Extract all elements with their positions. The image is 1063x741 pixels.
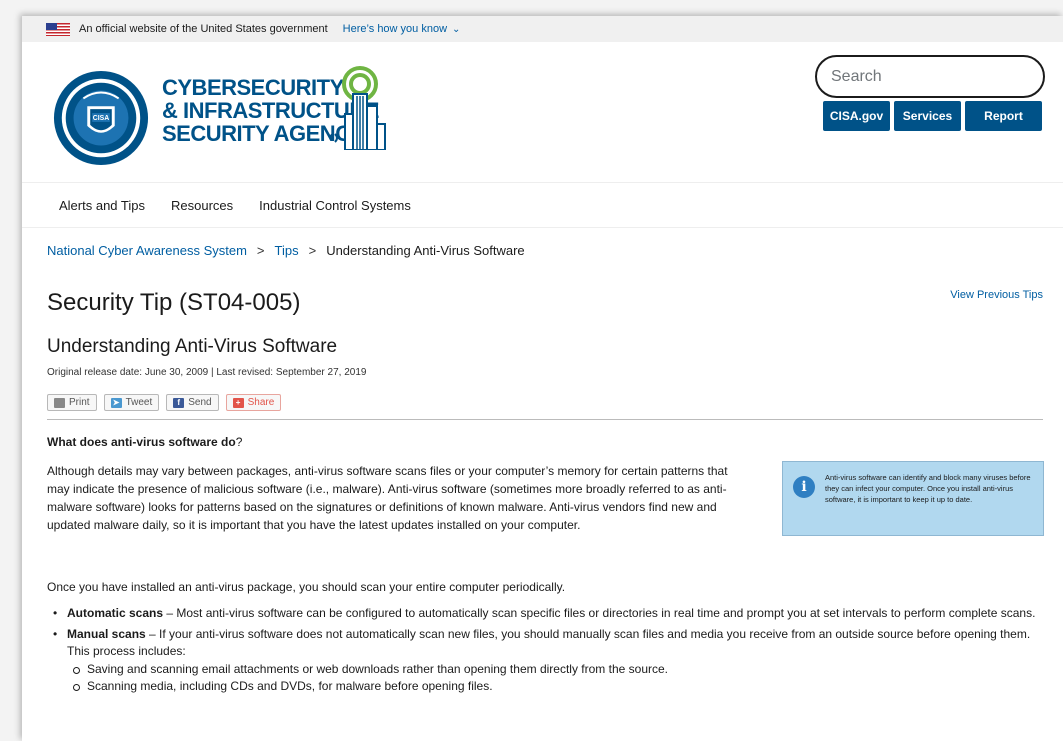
printer-icon: [54, 397, 65, 408]
page-title: Security Tip (ST04-005): [47, 289, 301, 316]
heres-how-you-know-label: Here’s how you know: [342, 23, 448, 35]
view-previous-tips-link[interactable]: View Previous Tips: [950, 289, 1043, 301]
nav-item-alerts-and-tips[interactable]: Alerts and Tips: [59, 198, 145, 213]
list-item-text: – If your anti-virus software does not a…: [67, 627, 1031, 658]
print-label: Print: [69, 397, 90, 408]
browser-page: An official website of the United States…: [22, 16, 1063, 741]
sub-list-item: Scanning media, including CDs and DVDs, …: [67, 678, 1047, 695]
print-button[interactable]: Print: [47, 394, 97, 411]
list-item-text: – Most anti-virus software can be config…: [163, 606, 1036, 620]
cisa-seal-logo[interactable]: CISA: [52, 69, 150, 167]
paragraph-1: Although details may vary between packag…: [47, 464, 728, 532]
section-heading-mark: ?: [235, 435, 243, 449]
list-item: Manual scans – If your anti-virus softwa…: [47, 626, 1047, 695]
tweet-button[interactable]: ➤ Tweet: [103, 394, 160, 411]
search-box[interactable]: [815, 55, 1045, 98]
list-item: Automatic scans – Most anti-virus softwa…: [47, 605, 1047, 622]
nav-item-resources[interactable]: Resources: [171, 198, 233, 213]
send-label: Send: [188, 397, 212, 408]
cisa-tower-icon: [329, 66, 386, 150]
share-label: Share: [247, 397, 275, 408]
sub-list: Saving and scanning email attachments or…: [67, 661, 1047, 695]
info-callout: i Anti-virus software can identify and b…: [782, 461, 1044, 536]
share-toolbar: Print ➤ Tweet f Send + Share: [47, 394, 288, 411]
services-button[interactable]: Services: [894, 101, 961, 131]
screenshot-frame: An official website of the United States…: [0, 0, 1063, 741]
chevron-down-icon: ⌄: [452, 23, 461, 35]
divider: [47, 419, 1043, 420]
breadcrumb-current: Understanding Anti-Virus Software: [326, 243, 525, 258]
nav-item-industrial-control-systems[interactable]: Industrial Control Systems: [259, 198, 411, 213]
seal-cisa-text: CISA: [93, 115, 109, 122]
article-subtitle: Understanding Anti-Virus Software: [47, 336, 338, 357]
tweet-label: Tweet: [125, 397, 153, 408]
breadcrumb-separator: >: [256, 243, 265, 258]
header-buttons: CISA.gov Services Report: [823, 101, 1046, 131]
cisa-gov-button[interactable]: CISA.gov: [823, 101, 890, 131]
site-header: CISA CYBERSECURITY & INFRASTRUCTURE SECU…: [22, 42, 1063, 182]
paragraph-2: Once you have installed an anti-virus pa…: [47, 580, 566, 594]
breadcrumb-link-tips[interactable]: Tips: [275, 243, 299, 258]
facebook-icon: f: [173, 397, 185, 408]
list-item-bold: Automatic scans: [67, 606, 164, 620]
callout-text: Anti-virus software can identify and blo…: [825, 473, 1031, 504]
report-button[interactable]: Report: [965, 101, 1042, 131]
section-heading: What does anti-virus software do?: [47, 435, 242, 449]
twitter-icon: ➤: [110, 397, 122, 408]
main-nav: Alerts and Tips Resources Industrial Con…: [22, 182, 1063, 228]
breadcrumb-link-ncas[interactable]: National Cyber Awareness System: [47, 243, 247, 258]
breadcrumb: National Cyber Awareness System > Tips > Und…: [47, 243, 525, 258]
section-heading-text: What does anti-virus software do: [47, 435, 236, 449]
gov-banner: An official website of the United States…: [22, 16, 1063, 42]
share-button[interactable]: + Share: [225, 394, 282, 411]
heres-how-you-know-link[interactable]: Here’s how you know ⌄: [343, 23, 461, 35]
gov-banner-text: An official website of the United States…: [79, 23, 328, 35]
us-flag-icon: [46, 22, 70, 36]
info-icon: i: [793, 476, 815, 498]
list-item-bold: Manual scans: [67, 627, 146, 641]
plus-icon: +: [232, 397, 244, 408]
scan-types-list: Automatic scans – Most anti-virus softwa…: [47, 605, 1047, 699]
search-input[interactable]: [831, 67, 1038, 86]
release-dates: Original release date: June 30, 2009 | L…: [47, 367, 367, 378]
send-button[interactable]: f Send: [166, 394, 219, 411]
breadcrumb-separator: >: [308, 243, 317, 258]
sub-list-item: Saving and scanning email attachments or…: [67, 661, 1047, 678]
